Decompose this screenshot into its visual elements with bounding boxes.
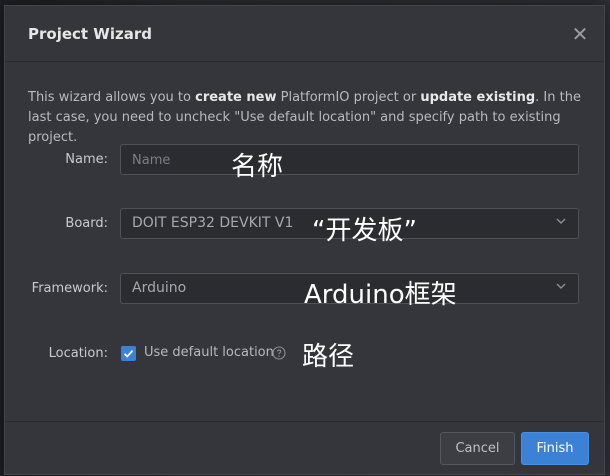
framework-label: Framework: (31, 281, 108, 296)
intro-bold-create-new: create new (195, 90, 277, 105)
chevron-down-icon (556, 283, 566, 289)
chevron-down-icon (556, 218, 566, 224)
intro-part1: This wizard allows you to (28, 90, 196, 105)
framework-annotation: Arduino框架 (304, 280, 457, 310)
name-label: Name: (65, 152, 108, 167)
intro-bold-update-existing: update existing (420, 90, 536, 105)
location-annotation: 路径 (302, 342, 355, 372)
name-field-wrap (120, 144, 579, 175)
name-input[interactable] (121, 145, 578, 174)
use-default-location-checkbox[interactable] (121, 346, 136, 361)
intro-part2: PlatformIO project or (276, 90, 421, 105)
footer-divider (5, 421, 604, 422)
cancel-button[interactable]: Cancel (440, 432, 515, 465)
close-icon[interactable]: ✕ (568, 22, 592, 46)
board-label: Board: (65, 216, 108, 231)
board-annotation: “开发板” (312, 216, 417, 246)
dialog-header: Project Wizard ✕ (5, 6, 604, 62)
help-icon[interactable] (272, 346, 286, 360)
board-value: DOIT ESP32 DEVKIT V1 (132, 215, 294, 231)
framework-value: Arduino (132, 280, 187, 296)
finish-button[interactable]: Finish (521, 432, 589, 465)
name-annotation: 名称 (231, 152, 284, 182)
project-wizard-dialog: Project Wizard ✕ This wizard allows you … (4, 5, 605, 475)
use-default-location-label[interactable]: Use default location (144, 345, 274, 360)
check-icon (123, 350, 134, 358)
dialog-title: Project Wizard (28, 25, 152, 43)
location-label: Location: (48, 346, 108, 361)
intro-text: This wizard allows you to create new Pla… (28, 88, 588, 148)
